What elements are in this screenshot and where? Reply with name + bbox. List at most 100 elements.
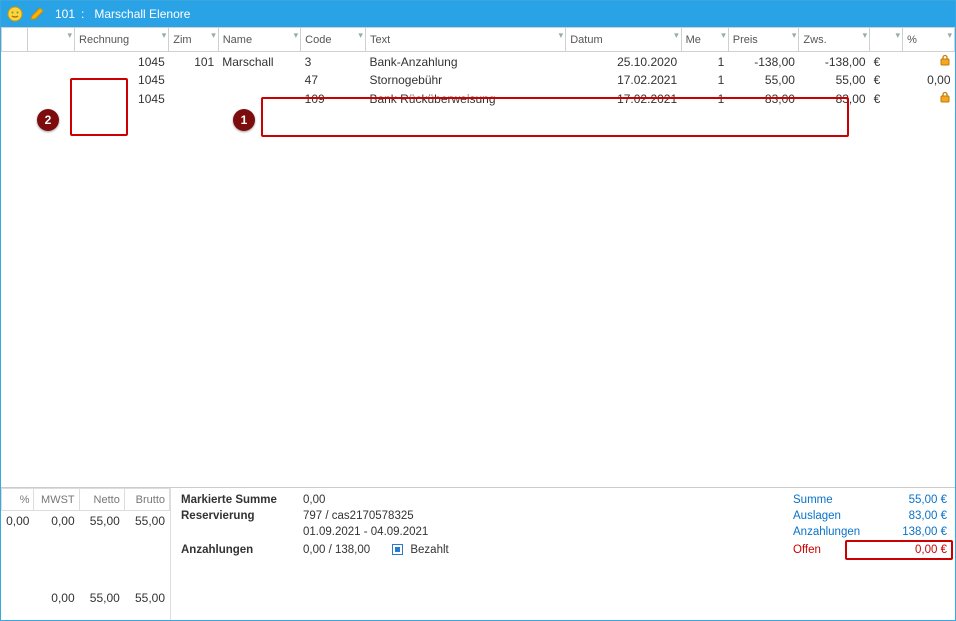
emoji-icon — [7, 6, 23, 22]
cell-text: Bank-Anzahlung — [365, 52, 565, 72]
cell-pct: 0,00 — [903, 71, 955, 89]
cell-name — [218, 71, 300, 89]
tax-pct: 0,00 — [2, 511, 34, 532]
anzahlungen-label: Anzahlungen — [181, 544, 291, 556]
cell-rechnung: 1045 — [75, 71, 169, 89]
invoice-grid[interactable]: ▾ Rechnung▾ Zim▾ Name▾ Code ▾ Text ▾ Datum… — [1, 27, 955, 108]
cell-me: 1 — [681, 89, 728, 108]
filter-icon[interactable]: ▾ — [559, 30, 564, 41]
callout-1: 1 — [233, 109, 255, 131]
table-row[interactable]: 1045109Bank Rücküberweisung17.02.2021183… — [2, 89, 955, 108]
tax-col-netto[interactable]: Netto — [79, 489, 124, 511]
title-room: 101 — [55, 7, 75, 21]
filter-icon[interactable]: ▾ — [162, 30, 167, 41]
filter-icon[interactable]: ▾ — [792, 30, 797, 41]
offen-label: Offen — [793, 544, 821, 556]
cell-me: 1 — [681, 71, 728, 89]
cell-text: Stornogebühr — [365, 71, 565, 89]
tax-col-mwst[interactable]: MWST — [34, 489, 79, 511]
tax-col-pct[interactable]: % — [2, 489, 34, 511]
bezahlt-label: Bezahlt — [410, 544, 448, 556]
filter-icon[interactable]: ▾ — [211, 30, 216, 41]
cell-datum: 17.02.2021 — [566, 89, 681, 108]
cell-datum: 25.10.2020 — [566, 52, 681, 72]
cell-cur: € — [870, 89, 903, 108]
filter-icon[interactable]: ▾ — [674, 30, 679, 41]
filter-icon[interactable]: ▾ — [896, 30, 901, 41]
footer-details: Markierte Summe 0,00 Reservierung 797 / … — [171, 488, 785, 620]
footer-tax-table: % MWST Netto Brutto 0,00 0,00 55,00 55,0… — [1, 488, 171, 620]
callout-2: 2 — [37, 109, 59, 131]
pencil-icon[interactable] — [29, 6, 45, 22]
markierte-label: Markierte Summe — [181, 494, 291, 506]
col-preis-label: Preis — [733, 34, 758, 46]
cell-zim: 101 — [169, 52, 218, 72]
cell-rechnung: 1045 — [75, 52, 169, 72]
table-row[interactable]: 104547Stornogebühr17.02.2021155,0055,00€… — [2, 71, 955, 89]
cell-name — [218, 89, 300, 108]
col-text-label: Text — [370, 34, 390, 46]
col-pct[interactable]: %▾ — [903, 28, 955, 52]
filter-icon[interactable]: ▾ — [358, 30, 363, 41]
col-name[interactable]: Name▾ — [218, 28, 300, 52]
col-text[interactable]: Text ▾ — [365, 28, 565, 52]
filter-icon[interactable]: ▾ — [863, 30, 868, 41]
cell-code: 47 — [301, 71, 366, 89]
title-bar: 101 : Marschall Elenore — [1, 1, 955, 27]
col-me-label: Me — [686, 34, 701, 46]
col-blank1[interactable] — [2, 28, 28, 52]
footer-summary: Summe55,00 € Auslagen83,00 € Anzahlungen… — [785, 488, 955, 620]
cell-preis: 55,00 — [728, 71, 799, 89]
filter-icon[interactable]: ▾ — [67, 30, 72, 41]
filter-icon[interactable]: ▾ — [294, 30, 299, 41]
reservierung-label: Reservierung — [181, 510, 291, 522]
cell-rechnung: 1045 — [75, 89, 169, 108]
col-code[interactable]: Code ▾ — [301, 28, 366, 52]
cell-code: 109 — [301, 89, 366, 108]
summe-label: Summe — [793, 494, 833, 506]
markierte-value: 0,00 — [303, 494, 325, 506]
anz-label: Anzahlungen — [793, 526, 860, 538]
col-pct-label: % — [907, 34, 917, 46]
cell-pct — [903, 52, 955, 72]
cell-zws: 55,00 — [799, 71, 870, 89]
tax-brutto: 55,00 — [124, 511, 169, 532]
callout-1-label: 1 — [241, 113, 248, 127]
cell-text: Bank Rücküberweisung — [365, 89, 565, 108]
grid-header-row: ▾ Rechnung▾ Zim▾ Name▾ Code ▾ Text ▾ Datum… — [2, 28, 955, 52]
cell-datum: 17.02.2021 — [566, 71, 681, 89]
cell-name: Marschall — [218, 52, 300, 72]
col-zim[interactable]: Zim▾ — [169, 28, 218, 52]
grid-area: ▾ Rechnung▾ Zim▾ Name▾ Code ▾ Text ▾ Datum… — [1, 27, 955, 487]
cell-me: 1 — [681, 52, 728, 72]
checkbox-icon — [392, 544, 403, 555]
col-currency[interactable]: ▾ — [870, 28, 903, 52]
cell-preis: -138,00 — [728, 52, 799, 72]
col-code-label: Code — [305, 34, 331, 46]
filter-icon[interactable]: ▾ — [947, 30, 952, 41]
tax-total-brutto: 55,00 — [124, 588, 169, 609]
col-rechnung[interactable]: Rechnung▾ — [75, 28, 169, 52]
callout-2-label: 2 — [45, 113, 52, 127]
col-zws[interactable]: Zws.▾ — [799, 28, 870, 52]
bezahlt-checkbox[interactable]: Bezahlt — [392, 544, 449, 556]
reservierung-value: 797 / cas2170578325 — [303, 510, 414, 522]
anz-value: 138,00 € — [902, 526, 947, 538]
cell-zws: -138,00 — [799, 52, 870, 72]
cell-code: 3 — [301, 52, 366, 72]
table-row[interactable]: 1045101Marschall3Bank-Anzahlung25.10.202… — [2, 52, 955, 72]
cell-zim — [169, 89, 218, 108]
lock-icon — [939, 55, 951, 69]
tax-col-brutto[interactable]: Brutto — [124, 489, 169, 511]
col-me[interactable]: Me ▾ — [681, 28, 728, 52]
filter-icon[interactable]: ▾ — [721, 30, 726, 41]
col-datum[interactable]: Datum▾ — [566, 28, 681, 52]
title-sep: : — [81, 7, 84, 21]
cell-zws: 83,00 — [799, 89, 870, 108]
tax-row: 0,00 0,00 55,00 55,00 — [2, 511, 170, 532]
col-preis[interactable]: Preis ▾ — [728, 28, 799, 52]
cell-preis: 83,00 — [728, 89, 799, 108]
tax-mwst: 0,00 — [34, 511, 79, 532]
auslagen-label: Auslagen — [793, 510, 841, 522]
col-blank2[interactable]: ▾ — [27, 28, 74, 52]
